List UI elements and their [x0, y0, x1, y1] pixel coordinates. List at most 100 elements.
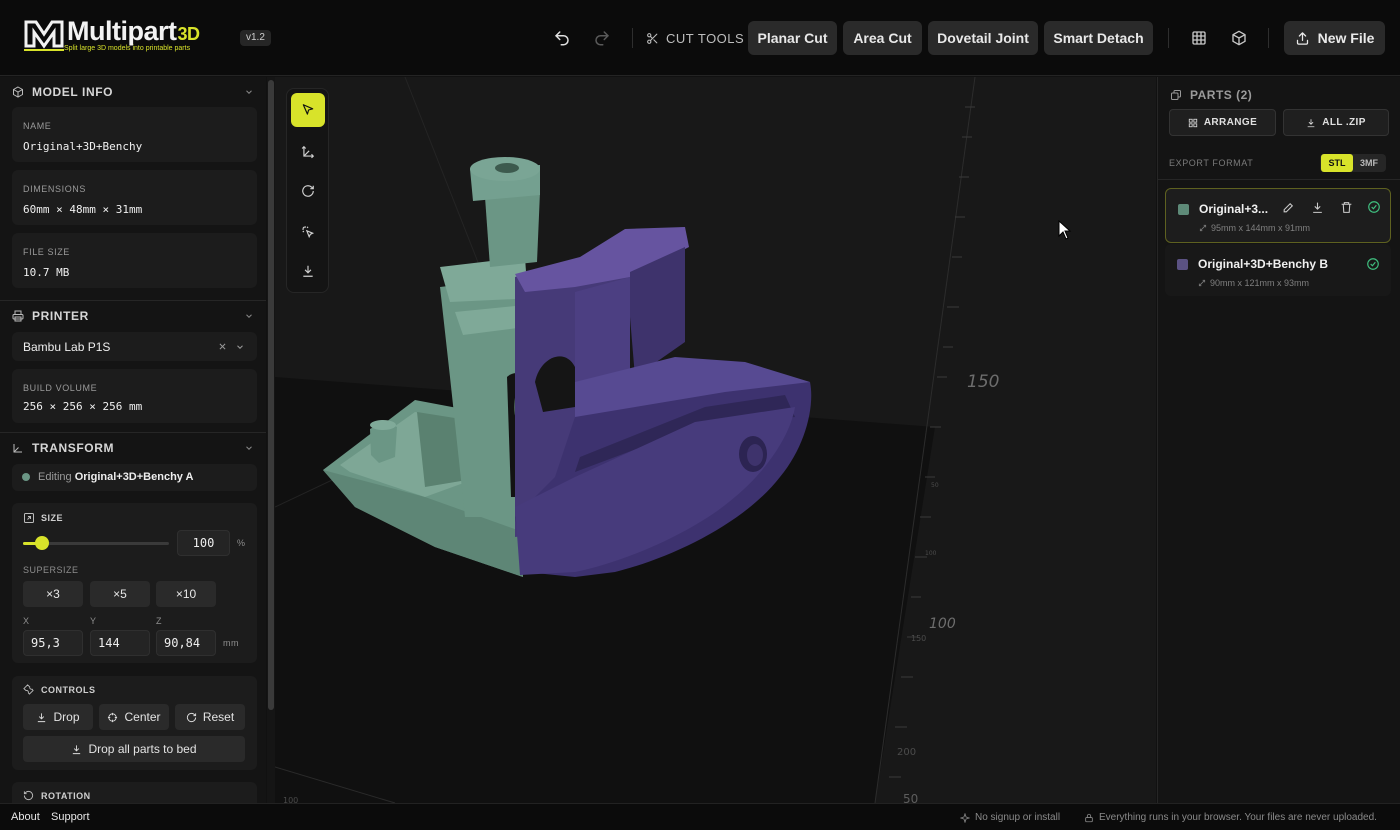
model-info-header[interactable]: MODEL INFO — [0, 77, 266, 107]
download-icon — [73, 744, 81, 754]
reset-icon — [186, 712, 196, 722]
dim-unit: mm — [223, 638, 239, 648]
edit-pencil-icon[interactable] — [1282, 201, 1295, 214]
left-panel-scroll-thumb[interactable] — [268, 80, 274, 710]
dovetail-joint-button[interactable]: Dovetail Joint — [928, 21, 1038, 55]
chevron-down-icon — [246, 314, 252, 318]
printer-icon — [12, 310, 24, 322]
dimensions-card: DIMENSIONS 60mm × 48mm × 31mm — [12, 170, 257, 225]
rotate-icon — [23, 790, 34, 801]
footer: About Support No signup or install Every… — [0, 803, 1400, 830]
clear-icon[interactable] — [218, 342, 227, 351]
move-tool-button[interactable] — [291, 135, 325, 169]
area-cut-button[interactable]: Area Cut — [843, 21, 922, 55]
center-button[interactable]: Center — [99, 704, 169, 730]
layers-icon — [1171, 90, 1181, 100]
chevron-down-icon — [237, 345, 243, 349]
version-badge: v1.2 — [240, 30, 271, 46]
top-bar: Multipart3D Split large 3D models into p… — [0, 0, 1400, 76]
editing-text: Editing Original+3D+Benchy A — [38, 471, 194, 483]
supersize-x5-button[interactable]: ×5 — [90, 581, 150, 607]
drop-all-button[interactable]: Drop all parts to bed — [23, 736, 245, 762]
drop-tool-button[interactable] — [291, 254, 325, 288]
viewport-scene[interactable]: 150 100 100 50 100 150 200 50 — [275, 77, 1156, 803]
drop-button[interactable]: Drop — [23, 704, 93, 730]
about-link[interactable]: About — [11, 811, 40, 823]
controls-card: CONTROLS Drop Center Reset Drop all part… — [12, 676, 257, 770]
file-size-label: FILE SIZE — [23, 247, 70, 257]
download-icon[interactable] — [1311, 201, 1324, 214]
editing-part-name: Original+3D+Benchy A — [74, 471, 194, 483]
printer-title: PRINTER — [32, 309, 89, 323]
size-input[interactable]: 100 — [177, 530, 230, 556]
toolbar-divider — [632, 28, 633, 48]
y-input[interactable]: 144 — [90, 630, 150, 656]
grid-toggle-button[interactable] — [1187, 26, 1211, 50]
chevron-down-icon — [246, 90, 252, 94]
size-slider[interactable] — [23, 536, 169, 550]
new-file-button[interactable]: New File — [1284, 21, 1385, 55]
arrange-button[interactable]: ARRANGE — [1169, 109, 1276, 136]
view-cube-button[interactable] — [1227, 26, 1251, 50]
logo-suffix: 3D — [177, 24, 201, 44]
planar-cut-button[interactable]: Planar Cut — [748, 21, 837, 55]
axis-label: 50 — [903, 792, 918, 803]
format-3mf-option[interactable]: 3MF — [1353, 154, 1385, 172]
logo-mark-icon — [24, 20, 64, 51]
supersize-x3-button[interactable]: ×3 — [23, 581, 83, 607]
printer-header[interactable]: PRINTER — [0, 301, 266, 331]
drop-all-label: Drop all parts to bed — [88, 742, 197, 756]
format-stl-option[interactable]: STL — [1321, 154, 1353, 172]
footer-note-1: No signup or install — [975, 812, 1061, 823]
parts-title: PARTS (2) — [1190, 88, 1253, 102]
logo-tagline: Split large 3D models into printable par… — [64, 45, 191, 52]
dimensions-value: 60mm × 48mm × 31mm — [23, 203, 143, 216]
check-circle-icon — [1368, 201, 1380, 213]
size-card: SIZE 100 % SUPERSIZE ×3 ×5 ×10 X Y Z 95,… — [12, 503, 257, 663]
transform-header[interactable]: TRANSFORM — [0, 433, 266, 463]
rotate-icon — [302, 185, 314, 197]
redo-icon — [595, 31, 609, 46]
magic-select-tool-button[interactable] — [291, 215, 325, 249]
new-file-label: New File — [1317, 30, 1375, 46]
sparkle-icon — [960, 812, 970, 823]
part-dimensions: 95mm x 144mm x 91mm — [1199, 223, 1310, 233]
redo-button[interactable] — [590, 26, 614, 50]
part-dimensions: 90mm x 121mm x 93mm — [1198, 278, 1309, 288]
size-slider-thumb[interactable] — [34, 536, 49, 550]
export-format-label: EXPORT FORMAT — [1169, 158, 1254, 168]
3d-viewport[interactable]: 150 100 100 50 100 150 200 50 — [275, 77, 1156, 803]
lock-icon — [1085, 813, 1093, 822]
right-panel: PARTS (2) ARRANGE ALL .ZIP EXPORT FORMAT — [1157, 77, 1400, 803]
axis-label: 50 — [931, 482, 939, 489]
toolbar-divider — [1168, 28, 1169, 48]
trash-icon[interactable] — [1340, 201, 1353, 214]
size-unit: % — [237, 538, 246, 548]
name-label: NAME — [23, 121, 52, 131]
smart-detach-button[interactable]: Smart Detach — [1044, 21, 1153, 55]
part-item-b[interactable]: Original+3D+Benchy B 90mm x 121mm x 93mm — [1165, 244, 1391, 296]
select-tool-button[interactable] — [291, 93, 325, 127]
resize-diagonal-icon — [1198, 279, 1206, 287]
x-label: X — [23, 616, 30, 626]
supersize-x10-button[interactable]: ×10 — [156, 581, 216, 607]
axis-label: 100 — [283, 796, 298, 803]
x-input[interactable]: 95,3 — [23, 630, 83, 656]
rotation-title: ROTATION — [41, 791, 91, 801]
export-format-toggle: STL 3MF — [1320, 154, 1386, 172]
support-link[interactable]: Support — [51, 811, 90, 823]
cube-icon — [13, 86, 23, 98]
chevron-down-icon — [246, 446, 252, 450]
undo-button[interactable] — [550, 26, 574, 50]
download-all-zip-button[interactable]: ALL .ZIP — [1283, 109, 1389, 136]
app-logo[interactable]: Multipart3D Split large 3D models into p… — [22, 16, 212, 58]
z-input[interactable]: 90,84 — [156, 630, 216, 656]
check-circle-icon — [1367, 258, 1379, 270]
part-item-a[interactable]: Original+3... 95mm x 144mm x 91mm — [1165, 188, 1391, 243]
rotate-tool-button[interactable] — [291, 174, 325, 208]
rotation-card: ROTATION — [12, 782, 257, 803]
transform-title: TRANSFORM — [32, 441, 115, 455]
reset-button[interactable]: Reset — [175, 704, 245, 730]
axis-label: 200 — [897, 747, 916, 758]
printer-select[interactable]: Bambu Lab P1S — [12, 332, 257, 361]
